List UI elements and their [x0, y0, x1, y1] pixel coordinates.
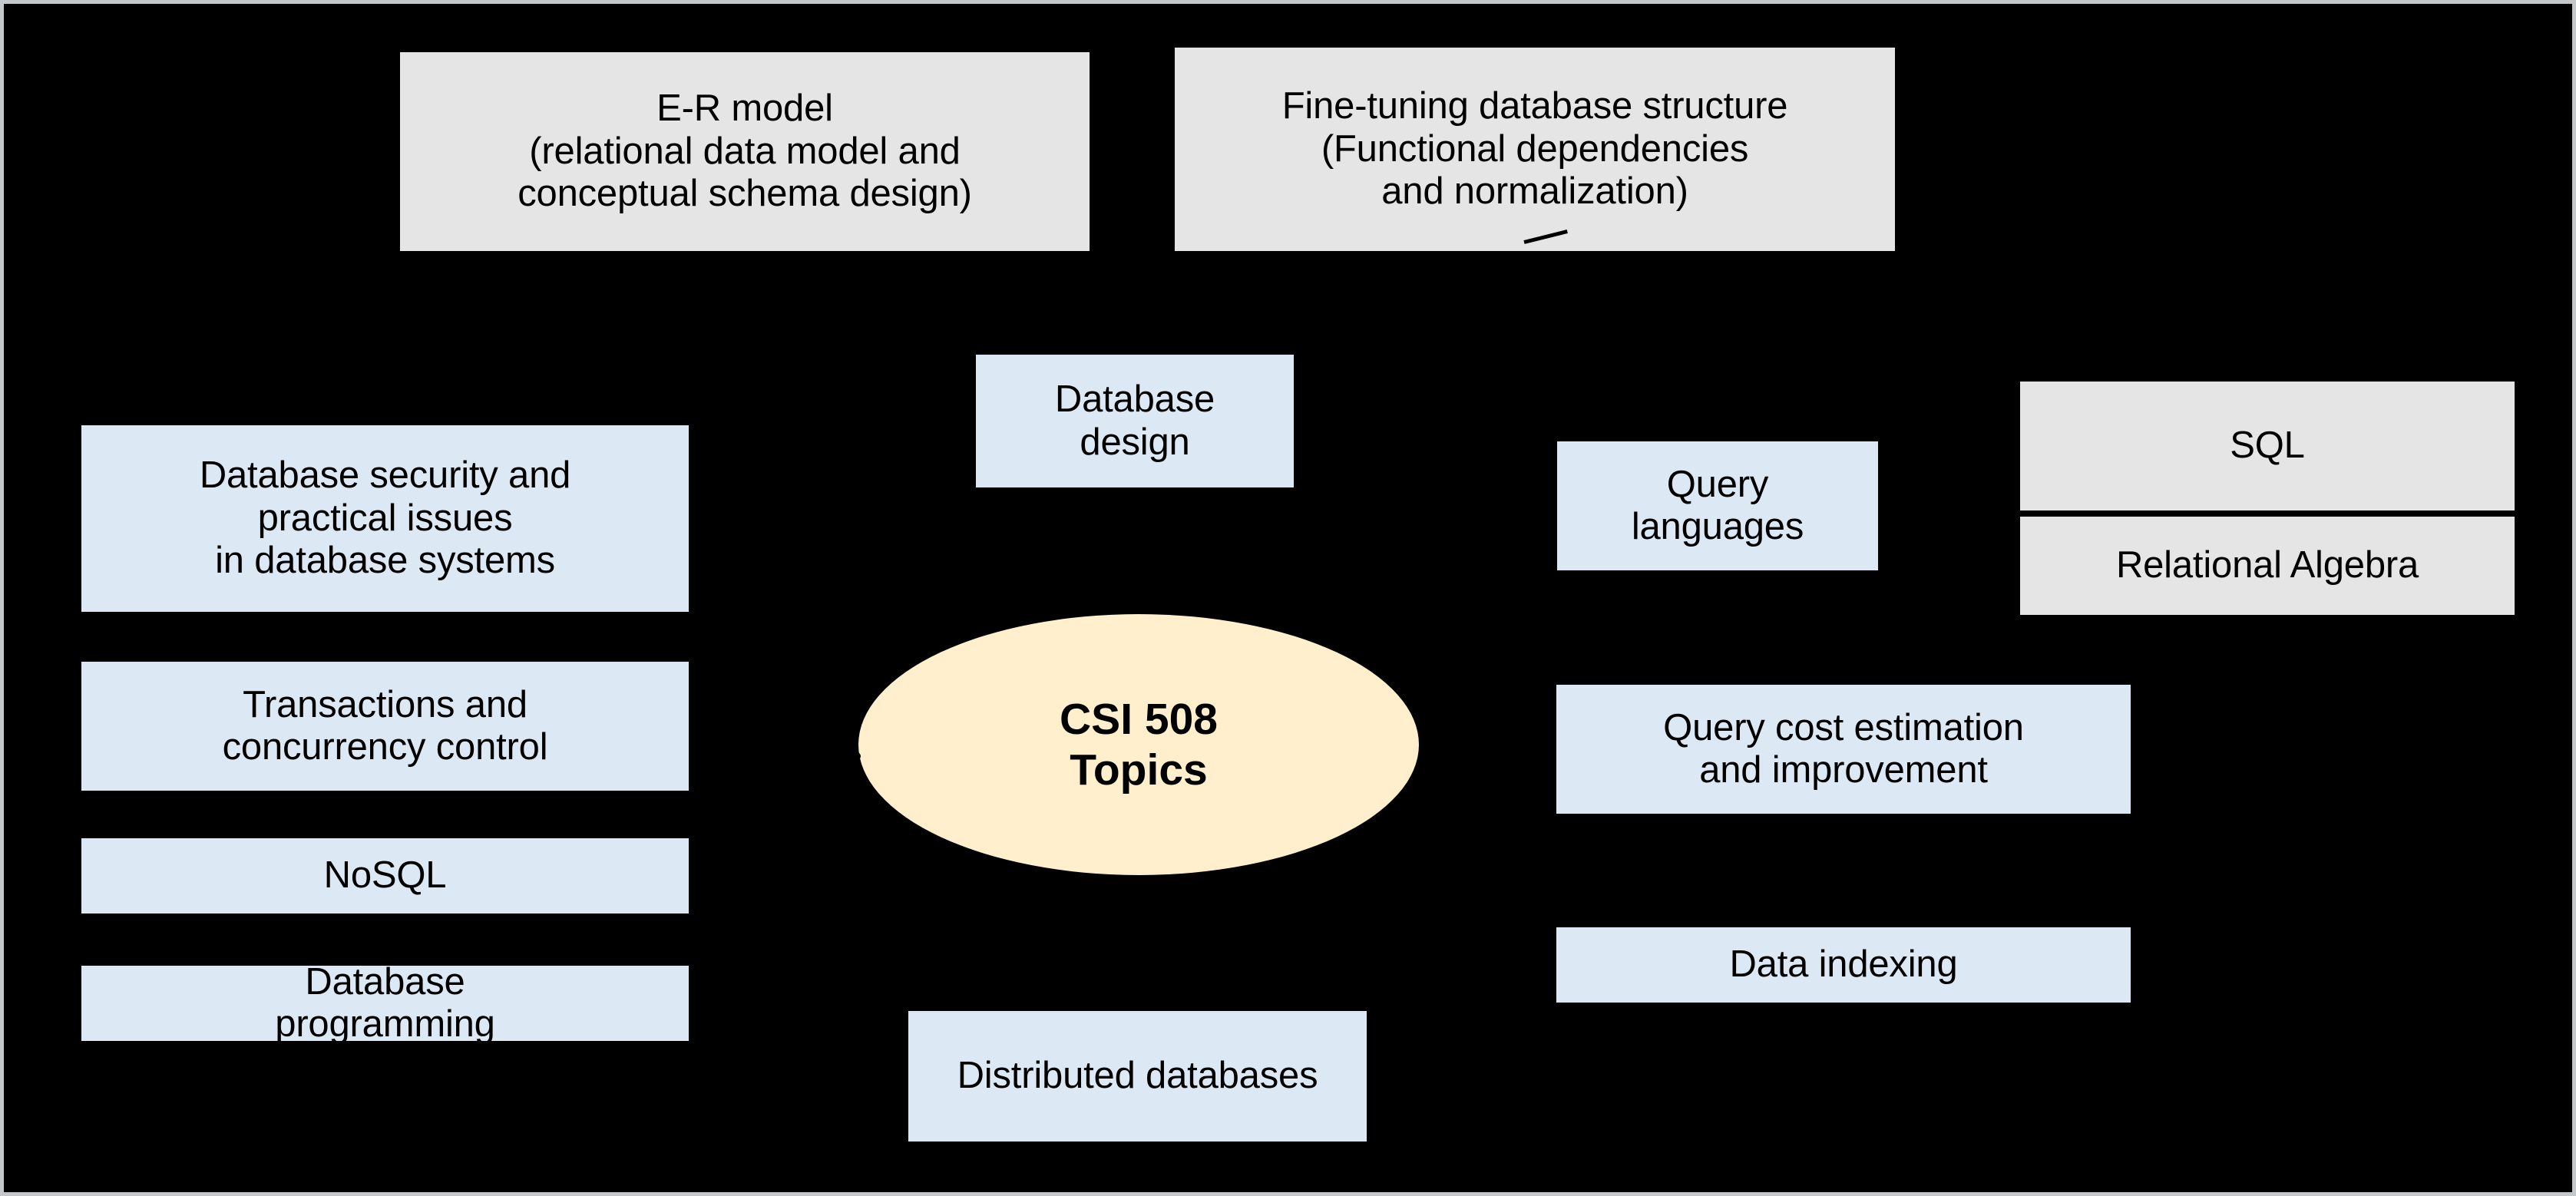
- node-sql[interactable]: SQL: [2020, 382, 2515, 510]
- node-database-programming[interactable]: Distributed databases: [908, 1011, 1367, 1141]
- node-distributed-databases[interactable]: NoSQL: [81, 838, 689, 914]
- node-query-languages[interactable]: Query languages: [1557, 441, 1878, 570]
- node-database-security[interactable]: Database security and practical issues i…: [81, 425, 689, 612]
- node-relational-algebra[interactable]: Relational Algebra: [2020, 517, 2515, 615]
- node-nosql[interactable]: Database programming: [81, 961, 689, 1045]
- node-database-design[interactable]: Database design: [976, 355, 1294, 487]
- node-csi-508-topics[interactable]: CSI 508 Topics: [858, 614, 1419, 875]
- diagram-canvas: E-R model (relational data model and con…: [4, 4, 2572, 1192]
- node-query-cost-estimation[interactable]: Query cost estimation and improvement: [1556, 685, 2131, 814]
- diagram-frame: E-R model (relational data model and con…: [0, 0, 2576, 1196]
- node-fine-tuning-database-structure[interactable]: Fine-tuning database structure (Function…: [1175, 48, 1895, 251]
- node-data-indexing[interactable]: Data indexing: [1556, 927, 2131, 1003]
- node-er-model[interactable]: E-R model (relational data model and con…: [400, 52, 1090, 251]
- node-transactions-concurrency[interactable]: Transactions and concurrency control: [81, 662, 689, 791]
- ellipse-edge-marker-icon: [853, 752, 861, 760]
